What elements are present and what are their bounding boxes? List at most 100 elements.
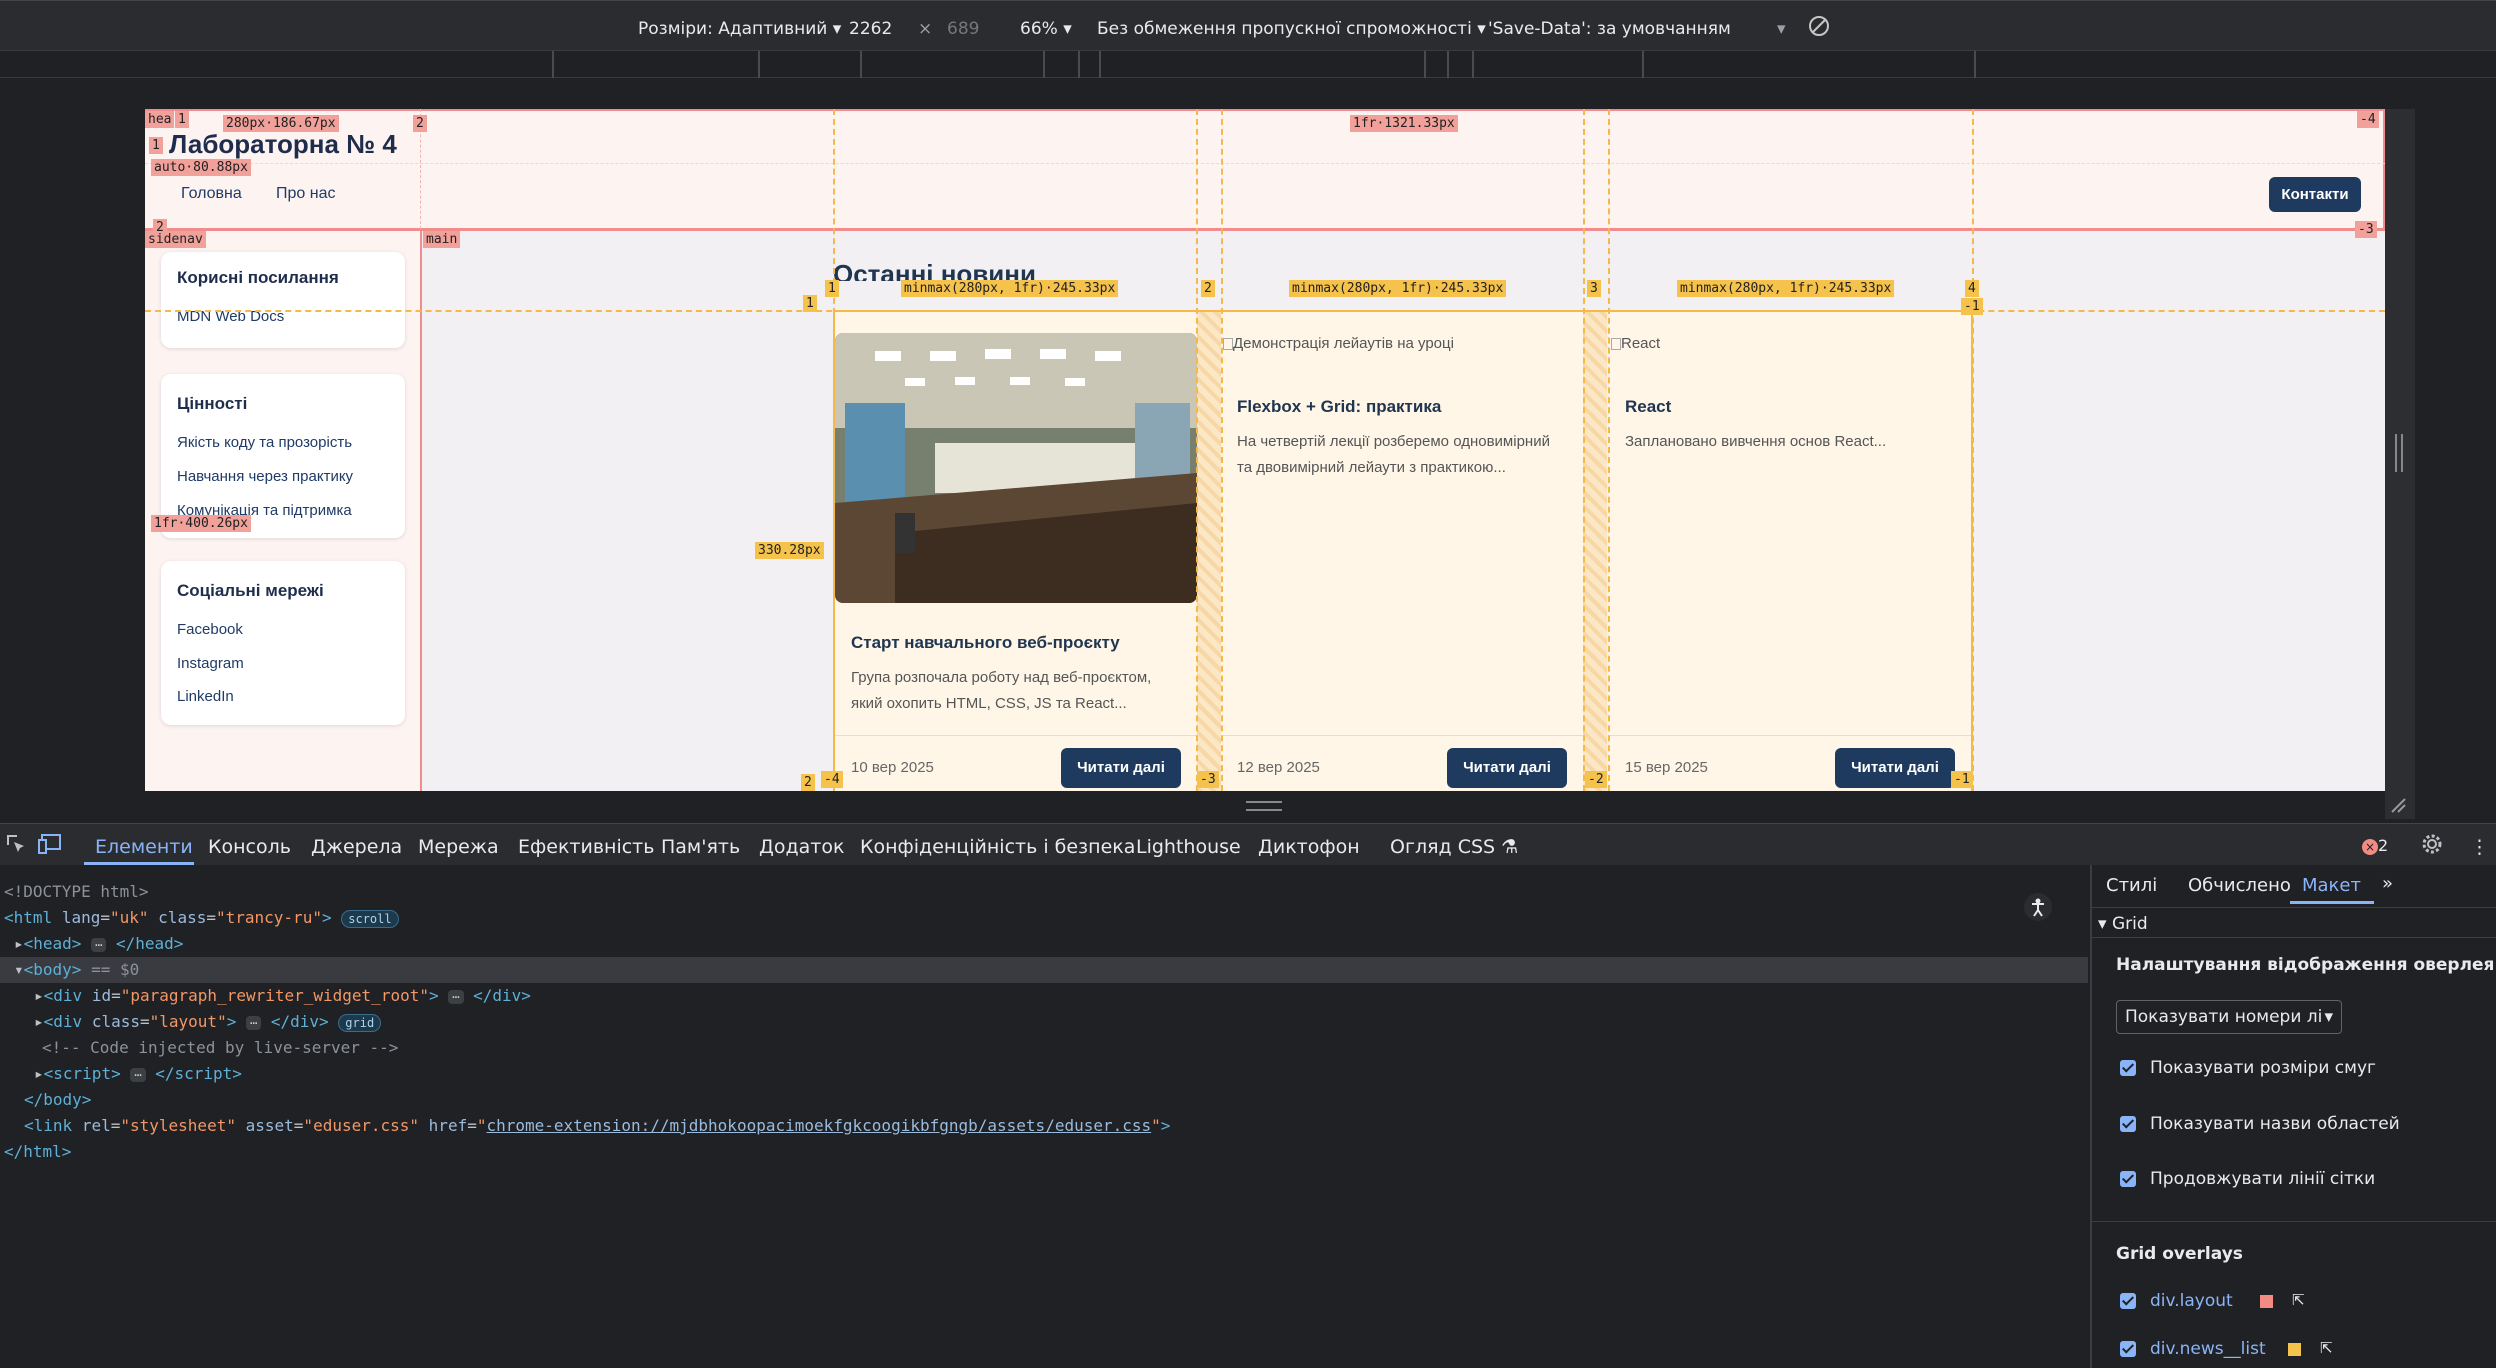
line-label: -1: [1951, 771, 1973, 788]
tab-computed[interactable]: Обчислено: [2188, 875, 2291, 896]
grid-badge[interactable]: grid: [338, 1013, 382, 1032]
tab-elements[interactable]: Елементи: [95, 836, 193, 858]
line-label: -4: [821, 771, 843, 788]
highlight-element-icon[interactable]: ⇱: [2292, 1291, 2305, 1309]
comment-node[interactable]: <!-- Code injected by live-server -->: [42, 1035, 398, 1061]
checkbox-label: Продовжувати лінії сітки: [2150, 1169, 2376, 1189]
sidebar-card-title: Корисні посилання: [177, 268, 339, 287]
width-input[interactable]: 2262: [849, 19, 892, 39]
line-numbers-select[interactable]: Показувати номери лі ▾: [2116, 1000, 2342, 1034]
head-node[interactable]: ▸<head> ⋯ </head>: [14, 931, 183, 957]
divider: [2092, 1221, 2496, 1222]
line-label: 3: [1587, 280, 1601, 297]
area-label-main: main: [423, 231, 461, 248]
highlight-element-icon[interactable]: ⇱: [2320, 1339, 2333, 1357]
tab-layout[interactable]: Макет: [2302, 875, 2361, 896]
checkbox-track-sizes[interactable]: [2120, 1060, 2136, 1076]
div-layout-node[interactable]: ▸<div class="layout"> ⋯ </div> grid: [34, 1009, 382, 1035]
line-label: -2: [1585, 771, 1607, 788]
flask-icon: ⚗: [1501, 836, 1519, 858]
accessibility-tree-icon[interactable]: [2024, 893, 2052, 921]
grid-section-header[interactable]: ▾ Grid: [2098, 914, 2148, 934]
more-tabs-chevron-icon[interactable]: »: [2382, 873, 2393, 894]
overlay-color-swatch[interactable]: [2260, 1295, 2273, 1308]
checkbox-label: Показувати назви областей: [2150, 1114, 2400, 1134]
grid-line-extended: [145, 163, 2385, 164]
script-node[interactable]: ▸<script> ⋯ </script>: [34, 1061, 242, 1087]
rotate-icon[interactable]: [1806, 13, 1832, 44]
grid-overlays-title: Grid overlays: [2116, 1244, 2243, 1264]
link-node[interactable]: <link rel="stylesheet" asset="eduser.css…: [24, 1113, 1170, 1139]
grid-line: [145, 228, 2385, 231]
sidebar-card-title: Соціальні мережі: [177, 581, 324, 600]
line-label: 4: [1965, 280, 1979, 297]
throttle-dropdown[interactable]: Без обмеження пропускної спроможності ▾: [1097, 19, 1486, 39]
tab-sources[interactable]: Джерела: [311, 836, 402, 858]
overlay-settings-title: Налаштування відображення оверлея: [2116, 955, 2495, 975]
times-sign: ×: [918, 19, 933, 39]
nav-about-link[interactable]: Про нас: [276, 185, 335, 203]
more-options-icon[interactable]: ⋮: [2470, 836, 2489, 858]
site-header: [145, 109, 2385, 229]
link-value-2[interactable]: Навчання через практику: [177, 468, 353, 485]
track-size-label: minmax(280px, 1fr)·245.33px: [1289, 280, 1507, 297]
checkbox-extend-lines[interactable]: [2120, 1171, 2136, 1187]
dimensions-dropdown[interactable]: Розміри: Адаптивний ▾: [638, 19, 841, 39]
grid-line: [145, 109, 2385, 111]
line-label: -3: [1197, 771, 1219, 788]
line-label: -1: [1961, 298, 1983, 315]
styles-sidebar: Стилі Обчислено Макет » ▾ Grid Налаштува…: [2090, 865, 2496, 1368]
div-widget-node[interactable]: ▸<div id="paragraph_rewriter_widget_root…: [34, 983, 531, 1009]
link-linkedin[interactable]: LinkedIn: [177, 688, 234, 705]
resize-corner-icon[interactable]: [2390, 797, 2406, 813]
nav-home-link[interactable]: Головна: [181, 185, 242, 203]
device-toggle-icon[interactable]: [38, 832, 64, 861]
emulated-page: Лабораторна № 4 Головна Про нас Контакти…: [145, 109, 2385, 791]
tab-privacy-security[interactable]: Конфіденційність і безпека: [860, 836, 1135, 858]
doctype-node[interactable]: <!DOCTYPE html>: [4, 879, 149, 905]
checkbox-area-names[interactable]: [2120, 1116, 2136, 1132]
divider: [2092, 907, 2496, 908]
line-label: 1: [803, 295, 817, 312]
resize-handle-right[interactable]: [2395, 434, 2403, 472]
overlay-color-swatch[interactable]: [2288, 1343, 2301, 1356]
link-instagram[interactable]: Instagram: [177, 655, 244, 672]
tab-css-overview[interactable]: Огляд CSS ⚗: [1390, 836, 1518, 858]
tab-console[interactable]: Консоль: [208, 836, 291, 858]
save-data-dropdown[interactable]: 'Save-Data': за умовчанням: [1488, 19, 1731, 39]
track-size-label: minmax(280px, 1fr)·245.33px: [1677, 280, 1895, 297]
body-node[interactable]: ▾<body> == $0: [14, 957, 139, 983]
tab-memory[interactable]: Пам'ять: [661, 836, 740, 858]
devtools-tabbar: Елементи Консоль Джерела Мережа Ефективн…: [0, 823, 2496, 865]
tab-lighthouse[interactable]: Lighthouse: [1136, 836, 1241, 858]
stylesheet-href-link[interactable]: chrome-extension://mjdbhokoopacimoekfgkc…: [486, 1116, 1151, 1135]
inspect-icon[interactable]: [4, 832, 28, 861]
line-label: 2: [801, 774, 815, 791]
zoom-dropdown[interactable]: 66% ▾: [1020, 19, 1072, 39]
settings-gear-icon[interactable]: [2420, 832, 2444, 861]
error-icon: ×: [2362, 839, 2378, 855]
contacts-button[interactable]: Контакти: [2269, 177, 2361, 212]
tab-network[interactable]: Мережа: [418, 836, 499, 858]
elements-tree: <!DOCTYPE html> <html lang="uk" class="t…: [0, 865, 2088, 1368]
resize-handle-bottom[interactable]: [1246, 801, 1282, 811]
news-grid-outline: [833, 310, 1973, 791]
viewport-resize-gutter: [2385, 109, 2415, 819]
link-value-1[interactable]: Якість коду та прозорість: [177, 434, 352, 451]
height-input[interactable]: 689: [947, 19, 979, 39]
track-size-label: minmax(280px, 1fr)·245.33px: [901, 280, 1119, 297]
overlay-name-news-list[interactable]: div.news__list: [2150, 1339, 2266, 1359]
html-node[interactable]: <html lang="uk" class="trancy-ru"> scrol…: [4, 905, 399, 931]
checkbox-overlay-layout[interactable]: [2120, 1293, 2136, 1309]
scroll-badge[interactable]: scroll: [341, 909, 399, 928]
tab-styles[interactable]: Стилі: [2106, 875, 2157, 896]
active-tab-indicator: [2290, 901, 2374, 904]
link-facebook[interactable]: Facebook: [177, 621, 243, 638]
checkbox-overlay-news-list[interactable]: [2120, 1341, 2136, 1357]
tab-application[interactable]: Додаток: [759, 836, 844, 858]
error-counter[interactable]: × 2: [2362, 836, 2388, 855]
tab-performance[interactable]: Ефективність: [518, 836, 654, 858]
tab-recorder[interactable]: Диктофон: [1258, 836, 1360, 858]
overlay-name-layout[interactable]: div.layout: [2150, 1291, 2233, 1311]
line-label: 1: [175, 111, 189, 128]
